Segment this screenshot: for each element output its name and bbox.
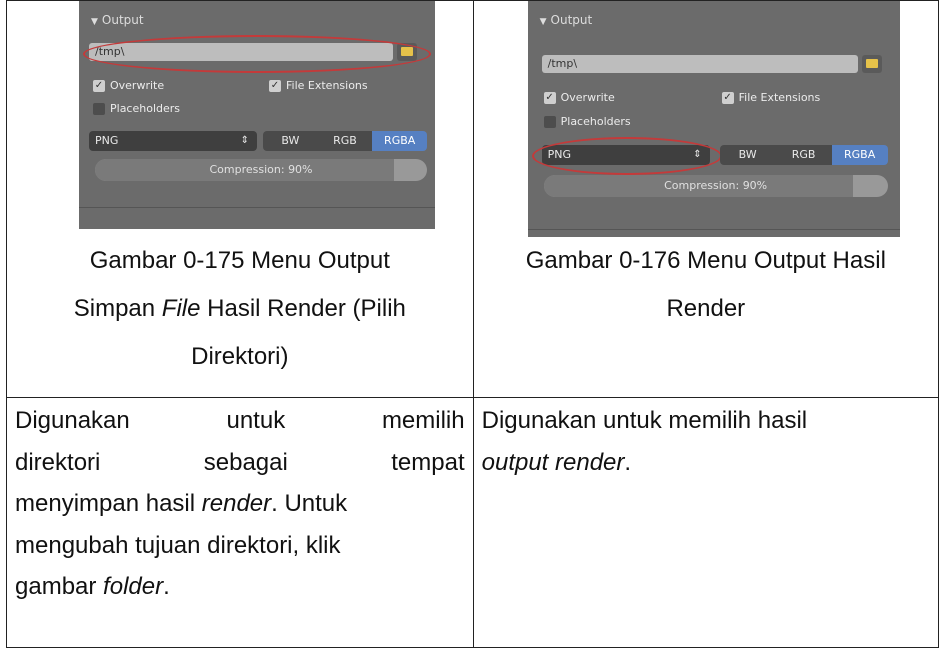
description-text-1: Digunakan untuk memilih direktori sebagai te… [15,407,465,600]
overwrite-checkbox[interactable]: ✓ Overwrite [543,91,615,104]
file-format-dropdown[interactable]: PNG ⇕ [89,131,257,151]
compression-slider[interactable]: Compression: 90% [95,159,427,181]
up-down-arrows-icon: ⇕ [240,135,249,146]
placeholders-checkbox[interactable]: Placeholders [93,102,180,115]
panel-header: ▼ Output [539,13,593,27]
color-mode-bw[interactable]: BW [263,131,318,151]
color-mode-bw[interactable]: BW [719,145,776,165]
collapse-triangle-icon: ▼ [539,17,547,27]
figure-caption-2: Gambar 0-176 Menu Output Hasil Render [525,247,886,322]
figure-cell-2: ▼ Output /tmp\ ✓ Overwrite ✓ File Extension… [472,0,939,398]
blender-output-panel-1: ▼ Output /tmp\ ✓ Overwrite ✓ File Extension… [79,1,435,229]
overwrite-checkbox[interactable]: ✓ Overwrite [93,79,164,92]
description-cell-1: Digunakan untuk memilih direktori sebagai te… [6,397,474,648]
output-path-field[interactable]: /tmp\ [541,55,858,73]
color-mode-rgb[interactable]: RGB [317,131,373,151]
description-text-2: Digunakan untuk memilih hasil output ren… [481,407,808,476]
red-highlight-ellipse [531,137,722,175]
placeholders-checkbox[interactable]: Placeholders [543,115,631,128]
check-icon: ✓ [93,79,105,92]
check-icon: ✓ [269,79,281,92]
color-mode-rgba[interactable]: RGBA [831,145,888,165]
folder-icon[interactable] [861,55,882,73]
collapse-triangle-icon: ▼ [91,17,98,27]
figure-table: ▼ Output /tmp\ ✓ Overwrite ✓ File Extension… [6,0,939,648]
check-icon: ✓ [721,91,734,104]
color-mode-rgba[interactable]: RGBA [372,131,427,151]
panel-divider [527,229,900,230]
blender-output-panel-2: ▼ Output /tmp\ ✓ Overwrite ✓ File Extension… [527,1,900,237]
panel-header: ▼ Output [91,13,144,27]
color-mode-selector[interactable]: BW RGB RGBA [263,131,427,151]
red-highlight-ellipse [83,35,431,73]
panel-divider [79,207,435,208]
figure-caption-1: Gambar 0-175 Menu Output Simpan File Has… [73,247,406,370]
color-mode-rgb[interactable]: RGB [775,145,832,165]
file-extensions-checkbox[interactable]: ✓ File Extensions [269,79,368,92]
color-mode-selector[interactable]: BW RGB RGBA [719,145,888,165]
compression-slider[interactable]: Compression: 90% [543,175,888,197]
description-cell-2: Digunakan untuk memilih hasil output ren… [472,397,939,648]
figure-cell-1: ▼ Output /tmp\ ✓ Overwrite ✓ File Extension… [6,0,474,398]
file-extensions-checkbox[interactable]: ✓ File Extensions [721,91,820,104]
check-icon: ✓ [543,91,556,104]
